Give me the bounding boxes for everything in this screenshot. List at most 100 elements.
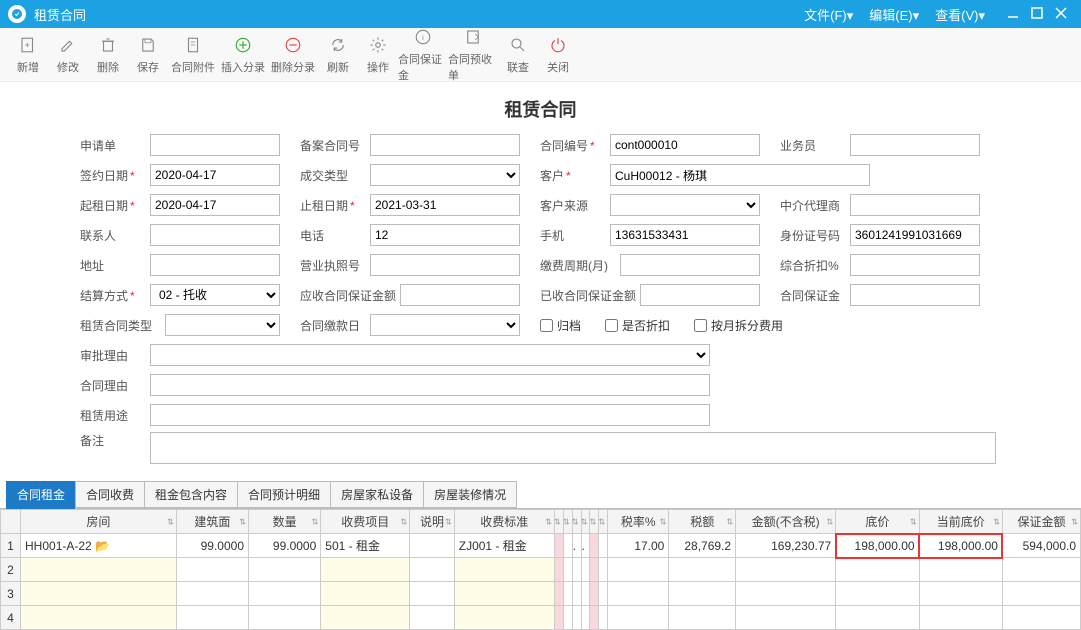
deposit-btn[interactable]: i合同保证金 (398, 23, 448, 87)
contact-input[interactable] (150, 224, 280, 246)
table-row[interactable]: 2 (1, 558, 1081, 582)
tab-include[interactable]: 租金包含内容 (144, 481, 238, 509)
cell-std[interactable]: ZJ001 - 租金 (454, 534, 554, 558)
cell-qty[interactable]: 99.0000 (249, 534, 321, 558)
new-btn[interactable]: 新增 (8, 31, 48, 79)
menu-file[interactable]: 文件(F)▾ (804, 5, 853, 24)
attach-icon (184, 35, 202, 55)
cell-rate[interactable]: 17.00 (608, 534, 669, 558)
col-guar[interactable]: 保证金额⇅ (1002, 510, 1080, 534)
delete-btn[interactable]: 删除 (88, 31, 128, 79)
sales-input[interactable] (850, 134, 980, 156)
money-icon: i (414, 27, 432, 47)
tab-rent[interactable]: 合同租金 (6, 481, 76, 509)
tab-detail[interactable]: 合同预计明细 (237, 481, 331, 509)
col-item[interactable]: 收费项目⇅ (321, 510, 410, 534)
insert-entry-btn[interactable]: 插入分录 (218, 31, 268, 79)
col-rate[interactable]: 税率%⇅ (608, 510, 669, 534)
archive-checkbox[interactable]: 归档 (540, 317, 581, 334)
col-room[interactable]: 房间⇅ (21, 510, 177, 534)
folder-icon[interactable]: 📂 (95, 539, 110, 553)
sign-date-input[interactable] (150, 164, 280, 186)
discount-input[interactable] (850, 254, 980, 276)
close-window-button[interactable] (1049, 6, 1073, 23)
end-date-input[interactable] (370, 194, 520, 216)
address-input[interactable] (150, 254, 280, 276)
col-std[interactable]: 收费标准⇅ (454, 510, 554, 534)
contract-no-input[interactable] (610, 134, 760, 156)
col-tiny1[interactable]: ⇅ (554, 510, 563, 534)
modify-btn[interactable]: 修改 (48, 31, 88, 79)
col-tiny5[interactable]: ⇅ (590, 510, 599, 534)
cell-item[interactable]: 501 - 租金 (321, 534, 410, 558)
tab-furniture[interactable]: 房屋家私设备 (330, 481, 424, 509)
tab-fee[interactable]: 合同收费 (75, 481, 145, 509)
cell-tax[interactable]: 28,769.2 (669, 534, 736, 558)
col-curbase[interactable]: 当前底价⇅ (919, 510, 1002, 534)
tabs: 合同租金 合同收费 租金包含内容 合同预计明细 房屋家私设备 房屋装修情况 (0, 480, 1081, 509)
prepay-icon (464, 27, 482, 47)
col-tiny4[interactable]: ⇅ (581, 510, 590, 534)
cust-src-select[interactable] (610, 194, 760, 216)
tab-decor[interactable]: 房屋装修情况 (423, 481, 517, 509)
minimize-button[interactable] (1001, 6, 1025, 23)
lease-use-input[interactable] (150, 404, 710, 426)
split-month-checkbox[interactable]: 按月拆分费用 (694, 317, 783, 334)
cell-area[interactable]: 99.0000 (176, 534, 248, 558)
idno-input[interactable] (850, 224, 980, 246)
col-area[interactable]: 建筑面⇅ (176, 510, 248, 534)
col-tiny6[interactable]: ⇅ (599, 510, 608, 534)
deal-type-select[interactable] (370, 164, 520, 186)
table-row[interactable]: 4 (1, 606, 1081, 630)
mobile-input[interactable] (610, 224, 760, 246)
fee-date-select[interactable] (370, 314, 520, 336)
col-tiny3[interactable]: ⇅ (572, 510, 581, 534)
col-qty[interactable]: 数量⇅ (249, 510, 321, 534)
menu-edit[interactable]: 编辑(E)▾ (869, 5, 919, 24)
refresh-btn[interactable]: 刷新 (318, 31, 358, 79)
save-btn[interactable]: 保存 (128, 31, 168, 79)
record-no-input[interactable] (370, 134, 520, 156)
lease-type-select[interactable] (165, 314, 280, 336)
cell-amt[interactable]: 169,230.77 (736, 534, 836, 558)
fee-cycle-input[interactable] (620, 254, 760, 276)
label-sales: 业务员 (780, 137, 850, 154)
agent-input[interactable] (850, 194, 980, 216)
is-discount-checkbox[interactable]: 是否折扣 (605, 317, 670, 334)
close-btn[interactable]: 关闭 (538, 31, 578, 79)
remark-textarea[interactable] (150, 432, 996, 464)
contract-reason-input[interactable] (150, 374, 710, 396)
linkquery-btn[interactable]: 联查 (498, 31, 538, 79)
col-amt[interactable]: 金额(不含税)⇅ (736, 510, 836, 534)
cell-curbase[interactable]: 198,000.00 (919, 534, 1002, 558)
cell-note[interactable] (410, 534, 454, 558)
recv-deposit-input[interactable] (400, 284, 520, 306)
delete-entry-btn[interactable]: 删除分录 (268, 31, 318, 79)
trash-icon (99, 35, 117, 55)
menu-view[interactable]: 查看(V)▾ (935, 5, 985, 24)
approve-reason-select[interactable] (150, 344, 710, 366)
settle-select[interactable]: 02 - 托收 (150, 284, 280, 306)
prepay-btn[interactable]: 合同预收单 (448, 23, 498, 87)
cell-room[interactable]: HH001-A-22 📂 (21, 534, 177, 558)
apply-input[interactable] (150, 134, 280, 156)
paid-deposit-input[interactable] (640, 284, 760, 306)
maximize-button[interactable] (1025, 6, 1049, 23)
attach-btn[interactable]: 合同附件 (168, 31, 218, 79)
col-tax[interactable]: 税额⇅ (669, 510, 736, 534)
col-rownum[interactable] (1, 510, 21, 534)
customer-input[interactable] (610, 164, 870, 186)
label-remark: 备注 (80, 432, 150, 449)
col-tiny2[interactable]: ⇅ (563, 510, 572, 534)
cell-guar[interactable]: 594,000.0 (1002, 534, 1080, 558)
table-row[interactable]: 1HH001-A-22 📂99.000099.0000501 - 租金ZJ001… (1, 534, 1081, 558)
col-note[interactable]: 说明⇅ (410, 510, 454, 534)
col-base[interactable]: 底价⇅ (836, 510, 919, 534)
biz-lic-input[interactable] (370, 254, 520, 276)
start-date-input[interactable] (150, 194, 280, 216)
deposit-input[interactable] (850, 284, 980, 306)
cell-base[interactable]: 198,000.00 (836, 534, 919, 558)
table-row[interactable]: 3 (1, 582, 1081, 606)
ops-btn[interactable]: 操作 (358, 31, 398, 79)
phone-input[interactable] (370, 224, 520, 246)
